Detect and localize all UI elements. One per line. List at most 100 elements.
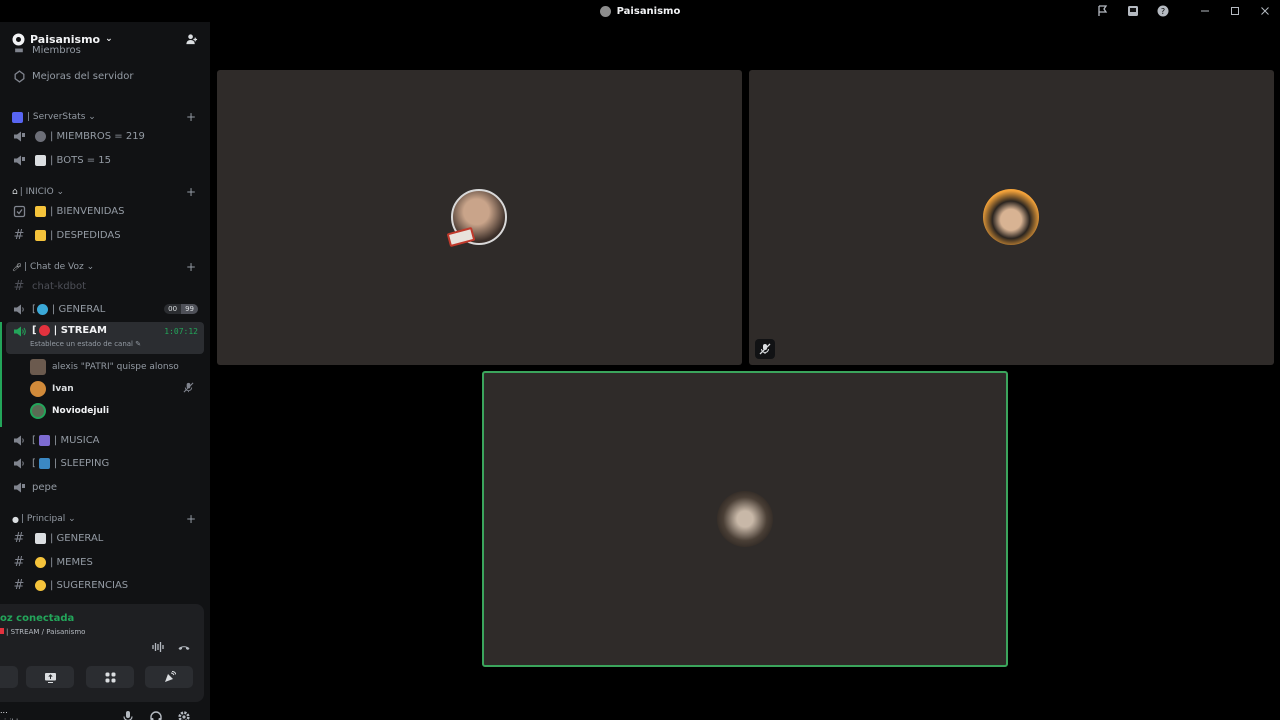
title-bar: Paisanismo ? — [0, 0, 1280, 22]
minimize-icon[interactable] — [1190, 0, 1220, 22]
person-emoji-icon — [35, 130, 46, 142]
channel-stream-voice[interactable]: [ | STREAM 1:07:12 Establece un estado d… — [6, 322, 204, 354]
category-serverstats[interactable]: | ServerStats ⌄ + — [6, 109, 202, 125]
channel-sidebar: Paisanismo ⌄ ▬ Miembros Mejoras del serv… — [0, 22, 210, 720]
add-channel-icon[interactable]: + — [186, 110, 196, 124]
channel-general-text[interactable]: # | GENERAL — [6, 527, 204, 549]
channel-miembros[interactable]: | MIEMBROS = 219 — [6, 125, 204, 147]
voice-status[interactable]: oz conectada — [0, 613, 74, 624]
voice-connection-panel: oz conectada | STREAM / Paisanismo — [0, 604, 204, 702]
channel-label: chat-kdbot — [32, 280, 87, 292]
music-note-emoji-icon — [38, 434, 50, 446]
chevron-down-icon: ⌄ — [105, 34, 113, 44]
speech-bubble-emoji-icon — [35, 532, 46, 544]
sidebar-item-boosts[interactable]: Mejoras del servidor — [6, 65, 204, 87]
maximize-icon[interactable] — [1220, 0, 1250, 22]
help-icon[interactable]: ? — [1148, 0, 1178, 22]
microphone-icon[interactable] — [121, 709, 135, 720]
settings-gear-icon[interactable] — [177, 709, 191, 720]
boost-icon — [12, 69, 26, 83]
hashtag-icon: # — [13, 278, 25, 294]
speaker-icon — [12, 303, 26, 316]
noise-suppression-icon[interactable] — [151, 639, 165, 658]
inbox-icon[interactable] — [1118, 0, 1148, 22]
channel-sugerencias[interactable]: # | SUGERENCIAS — [6, 574, 204, 596]
voice-user-name: Ivan — [52, 384, 74, 394]
channel-label: | MIEMBROS = 219 — [50, 130, 145, 142]
robot-emoji-icon — [35, 154, 46, 166]
avatar — [30, 403, 46, 419]
disconnect-icon[interactable] — [177, 639, 191, 658]
channel-label: | DESPEDIDAS — [50, 229, 121, 241]
muted-badge — [755, 339, 775, 359]
headphones-icon[interactable] — [149, 709, 163, 720]
channel-sleeping[interactable]: [ | SLEEPING — [6, 452, 204, 474]
window-title: Paisanismo — [599, 5, 680, 17]
add-channel-icon[interactable]: + — [186, 185, 196, 199]
username[interactable]: ... — [0, 706, 8, 715]
participant-tile-speaking[interactable] — [482, 371, 1008, 667]
voice-user[interactable]: Noviodejuli — [30, 401, 109, 421]
category-principal[interactable]: ● | Principal ⌄ + — [6, 511, 202, 527]
pencil-icon: ✎ — [135, 340, 142, 348]
user-count: 00 — [168, 305, 178, 313]
microphone-emoji-icon: 🎤︎ — [12, 262, 23, 272]
channel-memes[interactable]: # | MEMES — [6, 551, 204, 573]
speaker-lock-icon — [12, 481, 26, 494]
user-limit-badge: 00 99 — [164, 304, 198, 314]
call-timer: 1:07:12 — [164, 327, 198, 336]
avatar — [30, 381, 46, 397]
muted-mic-icon — [759, 343, 771, 355]
muted-mic-icon — [183, 382, 194, 396]
avatar — [30, 359, 46, 375]
channel-chat-kdbot[interactable]: # chat-kdbot — [6, 275, 204, 297]
user-panel: ... visible — [0, 704, 204, 720]
speech-bubble-emoji-icon: ● — [12, 514, 19, 524]
wave-emoji-icon — [35, 205, 46, 217]
channel-label: | MUSICA — [53, 434, 100, 446]
voice-user[interactable]: Ivan — [30, 379, 200, 399]
camera-button[interactable] — [0, 666, 18, 688]
category-chat-de-voz[interactable]: 🎤︎ | Chat de Voz ⌄ + — [6, 259, 202, 275]
svg-text:?: ? — [1161, 7, 1165, 16]
hashtag-icon: # — [13, 554, 25, 570]
channel-status[interactable]: Establece un estado de canal ✎ — [30, 340, 141, 348]
add-channel-icon[interactable]: + — [186, 512, 196, 526]
soundboard-button[interactable] — [145, 666, 193, 688]
channel-label: | GENERAL — [50, 532, 104, 544]
close-icon[interactable] — [1250, 0, 1280, 22]
channel-bienvenidas[interactable]: | BIENVENIDAS — [6, 200, 204, 222]
screen-share-button[interactable] — [26, 666, 74, 688]
activities-button[interactable] — [86, 666, 134, 688]
voice-user[interactable]: alexis "PATRI" quispe alonso — [30, 357, 179, 377]
channel-pepe[interactable]: pepe — [6, 476, 204, 498]
sidebar-item-members[interactable]: ▬ Miembros — [6, 44, 204, 56]
participant-tile[interactable] — [749, 70, 1274, 365]
participant-tile[interactable] — [217, 70, 742, 365]
voice-channel-link[interactable]: | STREAM / Paisanismo — [0, 628, 85, 636]
add-channel-icon[interactable]: + — [186, 260, 196, 274]
channel-label: | STREAM — [53, 325, 107, 336]
voice-user-name: Noviodejuli — [52, 406, 110, 416]
channel-general-voice[interactable]: [ | GENERAL 00 99 — [6, 298, 204, 320]
speaker-lock-icon — [12, 154, 26, 167]
channel-label: | MEMES — [50, 556, 93, 568]
channel-musica[interactable]: [ | MUSICA — [6, 429, 204, 451]
activities-icon — [105, 672, 115, 682]
house-emoji-icon: ⌂ — [12, 187, 18, 197]
cat-emoji-icon — [35, 556, 46, 568]
red-circle-emoji-icon — [38, 325, 50, 336]
flag-icon[interactable] — [1088, 0, 1118, 22]
channel-label: | BIENVENIDAS — [50, 205, 125, 217]
zzz-emoji-icon — [38, 457, 50, 469]
channel-bots[interactable]: | BOTS = 15 — [6, 149, 204, 171]
participant-avatar — [717, 491, 773, 547]
hashtag-icon: # — [13, 530, 25, 546]
participant-avatar — [983, 189, 1039, 245]
channel-prefix: [ — [32, 457, 36, 469]
category-inicio[interactable]: ⌂ | INICIO ⌄ + — [6, 184, 202, 200]
category-label: | Principal — [20, 514, 66, 524]
channel-label: | BOTS = 15 — [50, 154, 112, 166]
category-label: | ServerStats — [27, 112, 86, 122]
channel-despedidas[interactable]: # | DESPEDIDAS — [6, 224, 204, 246]
